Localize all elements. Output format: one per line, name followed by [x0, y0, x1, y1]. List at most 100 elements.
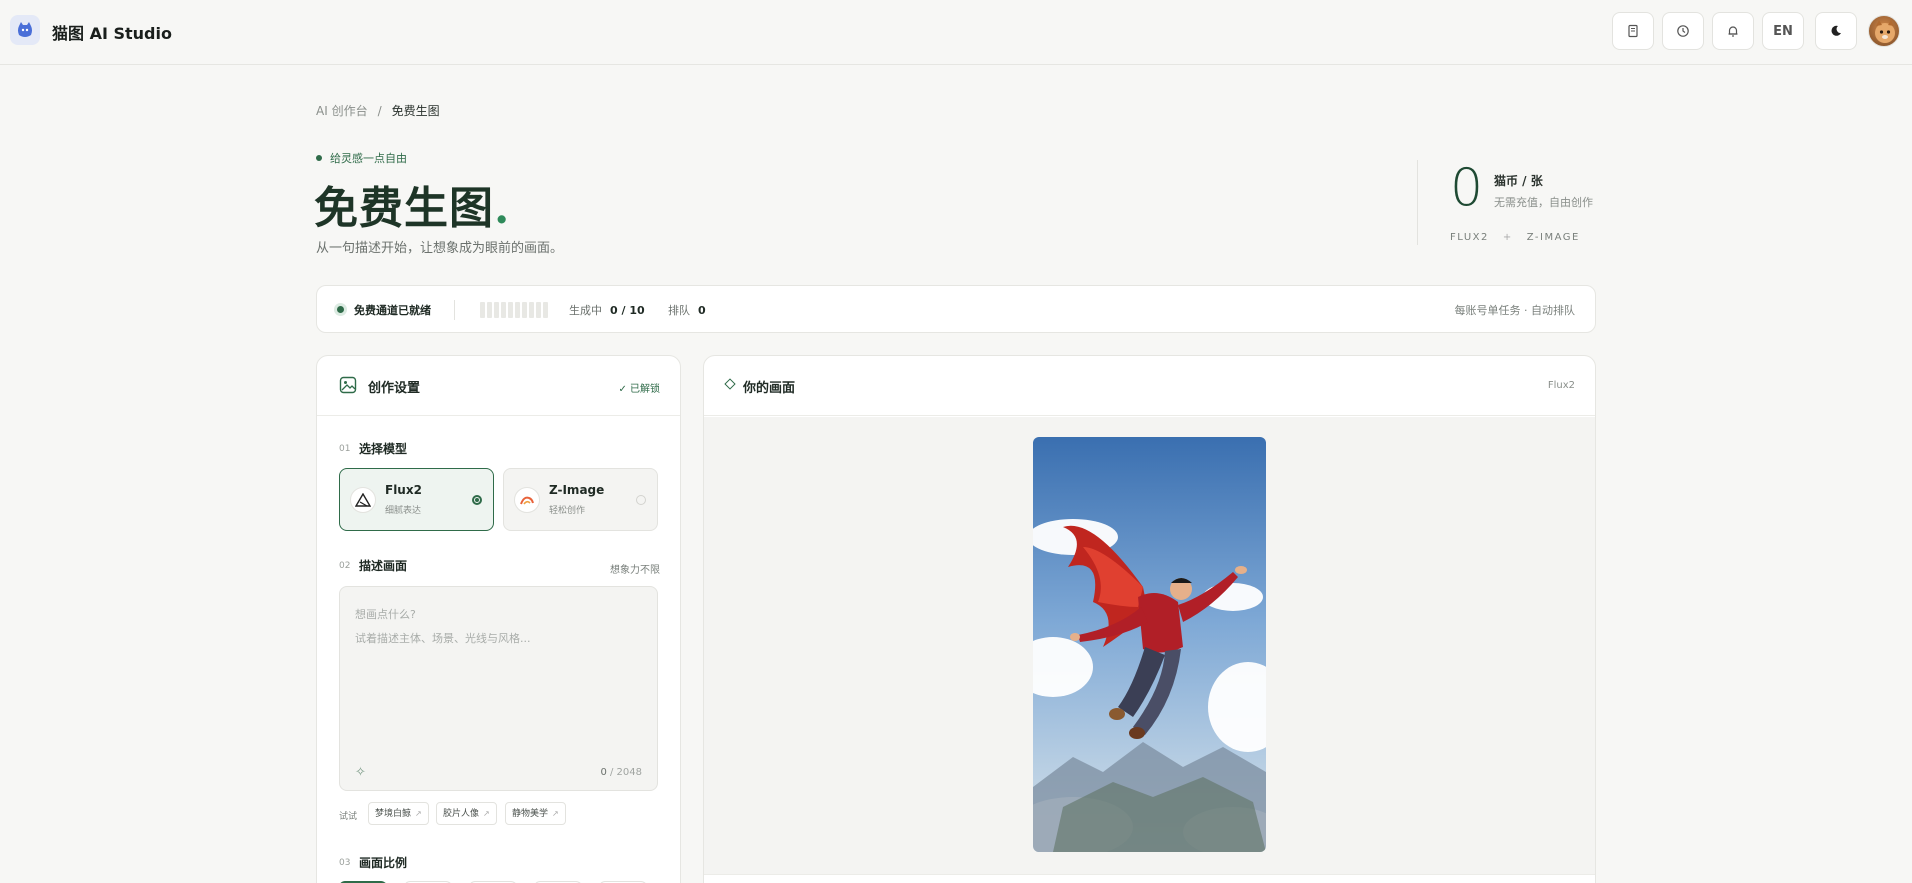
prompt-box: ✧ 0 / 2048 — [339, 586, 658, 791]
section-number: 03 — [339, 858, 351, 868]
queue-value: 0 — [698, 304, 706, 317]
diamond-icon — [724, 378, 736, 390]
page-title-dot: . — [494, 183, 511, 234]
progress-slots — [480, 302, 548, 318]
generating-status: 生成中 0 / 10 — [569, 302, 645, 318]
progress-slot — [536, 302, 541, 318]
progress-slot — [543, 302, 548, 318]
model-option-flux2[interactable]: Flux2 细腻表达 — [339, 468, 494, 531]
section-title-ratio: 画面比例 — [359, 856, 408, 870]
flux-logo-icon — [350, 487, 376, 513]
top-bar: 猫图 AI Studio EN — [0, 0, 1912, 65]
progress-slot — [522, 302, 527, 318]
chip-label: 梦境白鲸 — [375, 809, 412, 819]
history-button[interactable] — [1662, 12, 1704, 50]
generated-image[interactable] — [1033, 437, 1266, 852]
status-ready: 免费通道已就绪 — [354, 304, 431, 317]
notifications-button[interactable] — [1712, 12, 1754, 50]
progress-slot — [501, 302, 506, 318]
status-bar: 免费通道已就绪 生成中 0 / 10 排队 0 每账号单任务 · 自动排队 — [316, 285, 1596, 333]
settings-panel: 创作设置 ✓ 已解锁 01 选择模型 Flux2 细腻表达 Z-Image 轻松… — [316, 355, 681, 883]
progress-slot — [494, 302, 499, 318]
app-title: 猫图 AI Studio — [52, 24, 172, 43]
breadcrumb-current: 免费生图 — [391, 104, 440, 118]
queue-label: 排队 — [668, 304, 690, 317]
char-max: / 2048 — [610, 767, 642, 778]
queue-status: 排队 0 — [668, 302, 706, 318]
price-unit: 猫币 / 张 — [1494, 174, 1543, 188]
unlocked-badge: ✓ 已解锁 — [618, 380, 660, 395]
theme-toggle-button[interactable] — [1815, 12, 1857, 50]
generating-label: 生成中 — [569, 304, 602, 317]
chip-label: 静物美学 — [512, 809, 549, 819]
queue-policy-note: 每账号单任务 · 自动排队 — [1454, 304, 1576, 317]
radio-selected[interactable] — [472, 495, 482, 505]
arrow-up-right-icon: ↗ — [483, 809, 490, 818]
output-model: Flux2 — [1547, 380, 1575, 391]
suggestion-chip[interactable]: 静物美学 ↗ — [505, 802, 566, 825]
tag-dot-icon — [316, 155, 322, 161]
progress-slot — [487, 302, 492, 318]
bell-icon — [1728, 26, 1738, 37]
status-dot-icon — [337, 306, 344, 313]
progress-slot — [508, 302, 513, 318]
price-models: FLUX2 + Z-IMAGE — [1450, 232, 1580, 243]
generating-value: 0 / 10 — [610, 304, 645, 317]
page-title: 免费生图. — [314, 172, 510, 236]
arrow-up-right-icon: ↗ — [552, 809, 559, 818]
history-icon — [1677, 25, 1689, 37]
unlocked-text: 已解锁 — [630, 384, 660, 395]
output-title: 你的画面 — [743, 381, 796, 396]
prompt-hint: 想象力不限 — [610, 565, 660, 576]
output-footer — [704, 874, 1595, 883]
hero-tag-text: 给灵感一点自由 — [330, 152, 407, 165]
breadcrumb-root[interactable]: AI 创作台 — [316, 104, 368, 118]
model-name: Flux2 — [385, 483, 422, 497]
book-icon — [1628, 24, 1638, 38]
check-icon: ✓ — [618, 384, 630, 395]
breadcrumb-separator: / — [377, 104, 382, 118]
page-title-text: 免费生图 — [314, 183, 494, 234]
status-divider — [454, 300, 455, 320]
docs-button[interactable] — [1612, 12, 1654, 50]
user-avatar[interactable] — [1868, 15, 1900, 47]
section-title-model: 选择模型 — [359, 442, 408, 456]
app-logo-icon[interactable] — [10, 15, 40, 45]
price-model-b: Z-IMAGE — [1526, 232, 1580, 243]
output-canvas-area — [704, 417, 1595, 883]
try-label: 试试 — [339, 812, 358, 822]
char-count: 0 — [600, 767, 607, 778]
price-model-a: FLUX2 — [1450, 232, 1489, 243]
progress-slot — [529, 302, 534, 318]
model-option-zimage[interactable]: Z-Image 轻松创作 — [503, 468, 658, 531]
section-title-prompt: 描述画面 — [359, 559, 408, 573]
radio-unselected[interactable] — [636, 495, 646, 505]
settings-header: 创作设置 ✓ 已解锁 — [317, 356, 680, 416]
output-header: 你的画面 Flux2 — [704, 356, 1595, 416]
settings-title: 创作设置 — [368, 381, 421, 396]
price-summary: 0 猫币 / 张 无需充值，自由创作 FLUX2 + Z-IMAGE — [1417, 158, 1617, 245]
price-note: 无需充值，自由创作 — [1494, 196, 1593, 209]
output-panel: 你的画面 Flux2 — [703, 355, 1596, 883]
language-button[interactable]: EN — [1762, 12, 1804, 50]
progress-slot — [480, 302, 485, 318]
hero-tag: 给灵感一点自由 — [316, 150, 407, 166]
page-subtitle: 从一句描述开始，让想象成为眼前的画面。 — [316, 241, 564, 256]
progress-slot — [515, 302, 520, 318]
char-counter: 0 / 2048 — [600, 767, 642, 778]
suggestion-chip[interactable]: 梦境白鲸 ↗ — [368, 802, 429, 825]
price-plus: + — [1502, 232, 1513, 243]
chip-label: 胶片人像 — [443, 809, 480, 819]
model-desc: 轻松创作 — [549, 506, 586, 516]
arrow-up-right-icon: ↗ — [415, 809, 422, 818]
breadcrumb: AI 创作台 / 免费生图 — [316, 102, 440, 119]
suggestion-chip[interactable]: 胶片人像 ↗ — [436, 802, 497, 825]
model-name: Z-Image — [549, 483, 605, 497]
section-number: 02 — [339, 561, 351, 571]
sparkle-icon[interactable]: ✧ — [355, 765, 366, 780]
section-number: 01 — [339, 444, 351, 454]
model-desc: 细腻表达 — [385, 506, 422, 516]
prompt-input[interactable] — [340, 587, 657, 757]
zimage-logo-icon — [514, 487, 540, 513]
image-icon — [339, 376, 357, 394]
